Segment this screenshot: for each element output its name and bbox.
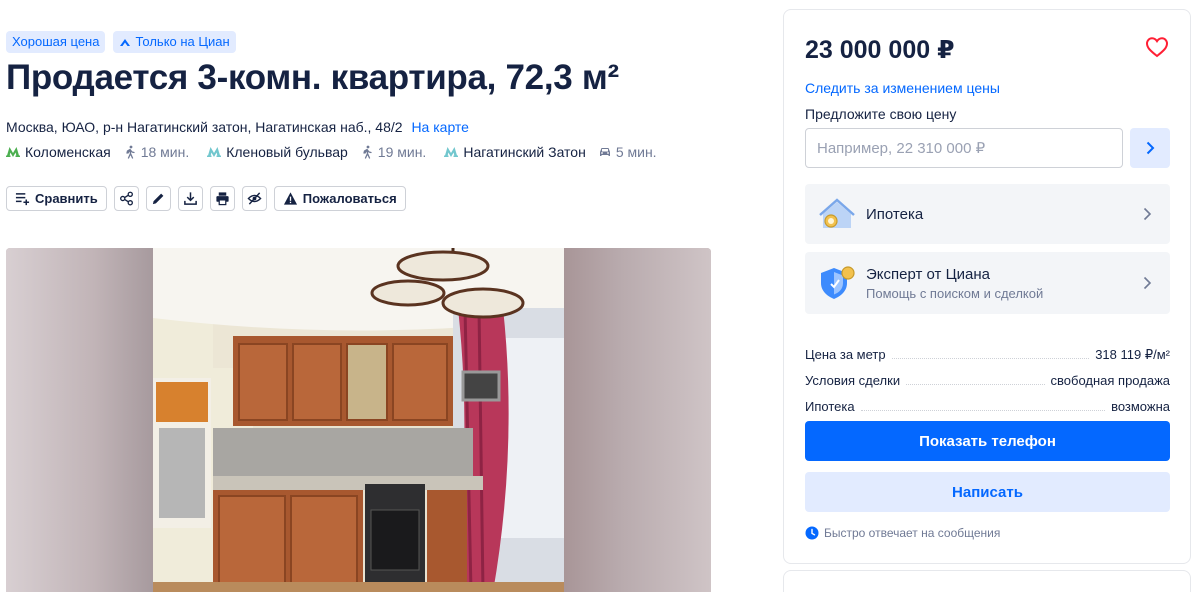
fact-row: Условия сделки свободная продажа [805,362,1170,388]
share-button[interactable] [113,186,139,211]
walk-icon [363,145,372,159]
good-price-badge-label: Хорошая цена [12,34,100,49]
report-button-label: Пожаловаться [302,191,397,206]
metro-station[interactable]: Нагатинский Затон 5 мин. [444,144,657,160]
quick-reply-note: Быстро отвечает на сообщения [805,526,1000,540]
metro-list: Коломенская 18 мин. Кленовый бульвар 19 … [6,144,675,160]
listing-main: Хорошая цена Только на Циан Продается 3-… [0,0,760,592]
metro-time: 19 мин. [377,144,427,160]
metro-time: 5 мин. [615,144,657,160]
chevron-right-icon [1146,141,1155,155]
mortgage-text: Ипотека [866,206,1140,223]
offer-submit-button[interactable] [1130,128,1170,168]
compare-button[interactable]: Сравнить [6,186,107,211]
expert-shield-icon [821,266,855,299]
metro-station[interactable]: Коломенская 18 мин. [6,144,189,160]
metro-icon [444,147,459,157]
chevron-right-icon [1143,276,1152,290]
gallery-blur-left [6,248,153,592]
mortgage-house-icon [819,198,855,228]
address: Москва, ЮАО, р-н Нагатинский затон, Нага… [6,119,469,135]
pencil-icon [152,193,164,205]
photo-gallery[interactable] [6,248,711,592]
expert-subtitle: Помощь с поиском и сделкой [866,285,1044,301]
only-cian-badge: Только на Циан [113,31,236,53]
fact-row: Ипотека возможна [805,388,1170,414]
compare-list-icon [15,193,30,206]
eye-off-icon [247,192,262,205]
fact-divider [906,384,1045,385]
fact-value: возможна [1111,399,1170,414]
printer-icon [216,192,229,206]
fact-label: Ипотека [805,399,855,414]
toolbar: Сравнить Пожаловаться [6,186,406,211]
fact-value: 318 119 ₽/м² [1095,347,1170,362]
download-button[interactable] [177,186,203,211]
quick-reply-text: Быстро отвечает на сообщения [824,526,1001,540]
mortgage-title: Ипотека [866,205,924,223]
edit-note-button[interactable] [145,186,171,211]
address-text: Москва, ЮАО, р-н Нагатинский затон, Нага… [6,119,403,135]
clock-icon [805,526,819,540]
metro-icon [6,147,20,157]
on-map-link[interactable]: На карте [411,119,469,135]
expert-text: Эксперт от Циана Помощь с поиском и сдел… [866,266,1140,301]
offer-price-input[interactable] [805,128,1123,168]
metro-time: 18 мин. [140,144,190,160]
metro-station-name: Кленовый бульвар [226,144,348,160]
hide-button[interactable] [241,186,267,211]
expert-title: Эксперт от Циана [866,265,991,283]
chevron-right-icon [1143,207,1152,221]
fact-divider [860,410,1106,411]
expert-service[interactable]: Эксперт от Циана Помощь с поиском и сдел… [805,252,1170,314]
mortgage-service[interactable]: Ипотека [805,184,1170,244]
report-button[interactable]: Пожаловаться [273,186,406,211]
warning-icon [283,192,297,205]
print-button[interactable] [209,186,235,211]
metro-icon [207,147,222,157]
write-message-button[interactable]: Написать [805,472,1170,512]
follow-price-link[interactable]: Следить за изменением цены [805,80,1000,96]
page-title: Продается 3-комн. квартира, 72,3 м² [6,58,619,97]
price-facts: Цена за метр 318 119 ₽/м² Условия сделки… [805,336,1170,414]
fact-value: свободная продажа [1050,373,1170,388]
share-icon [119,191,133,206]
fact-label: Условия сделки [805,373,901,388]
fact-divider [891,358,1090,359]
car-icon [599,148,610,156]
fact-label: Цена за метр [805,347,886,362]
only-cian-badge-label: Только на Циан [135,34,230,49]
compare-button-label: Сравнить [35,191,98,206]
price: 23 000 000 ₽ [805,36,955,64]
gallery-blur-right [563,248,711,592]
secondary-card [783,570,1191,592]
show-phone-button[interactable]: Показать телефон [805,421,1170,461]
badges: Хорошая цена Только на Циан [6,31,236,53]
offer-price-label: Предложите свою цену [805,106,957,122]
offer-card: 23 000 000 ₽ Следить за изменением цены … [783,9,1191,564]
fact-row: Цена за метр 318 119 ₽/м² [805,336,1170,362]
favorite-heart-icon[interactable] [1145,35,1169,59]
walk-icon [126,145,135,159]
download-icon [183,192,197,205]
metro-station-name: Коломенская [25,144,111,160]
cian-logo-icon [120,39,131,46]
good-price-badge: Хорошая цена [6,31,106,53]
kitchen-photo[interactable] [153,248,564,592]
metro-station-name: Нагатинский Затон [463,144,586,160]
metro-station[interactable]: Кленовый бульвар 19 мин. [207,144,426,160]
